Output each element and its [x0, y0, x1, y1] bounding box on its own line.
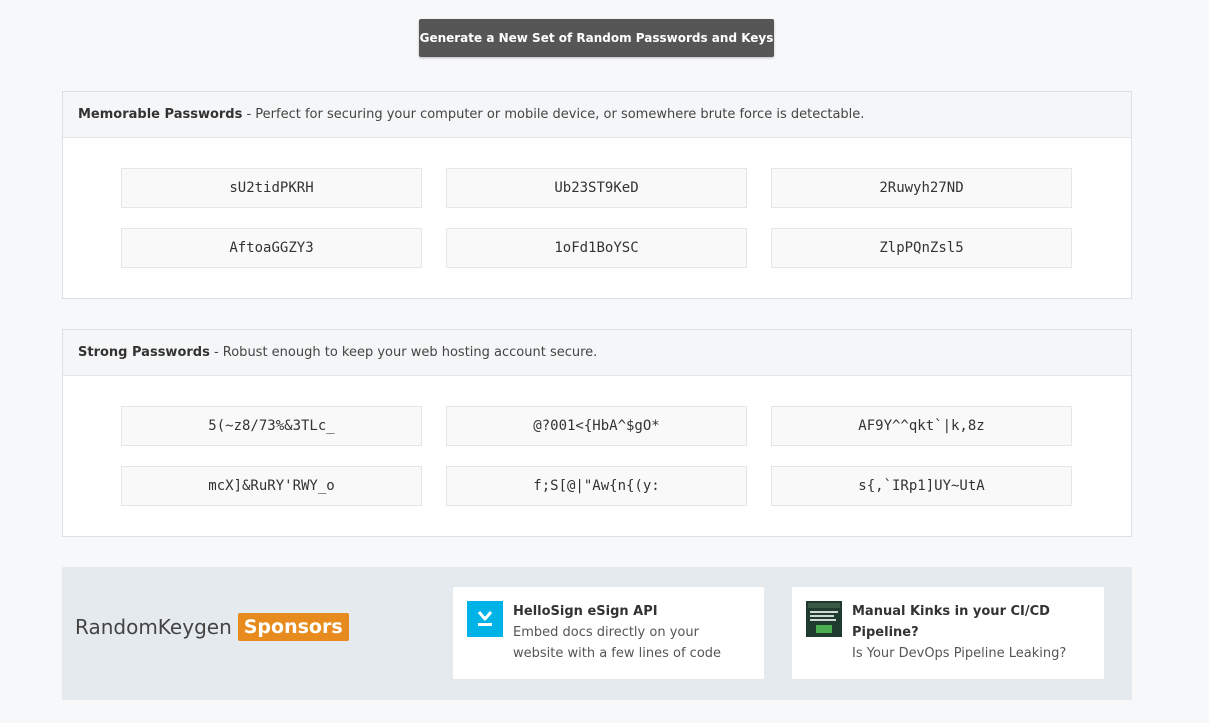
memorable-passwords-panel: Memorable Passwords - Perfect for securi… [62, 91, 1132, 299]
memorable-passwords-description: - Perfect for securing your computer or … [242, 107, 865, 122]
password-field[interactable]: @?001<{HbA^$gO* [446, 406, 747, 446]
memorable-passwords-title: Memorable Passwords [78, 107, 243, 122]
ebook-cover-icon [806, 601, 842, 637]
password-field[interactable]: sU2tidPKRH [121, 168, 422, 208]
password-field[interactable]: 2Ruwyh27ND [771, 168, 1072, 208]
generate-passwords-button[interactable]: Generate a New Set of Random Passwords a… [419, 19, 774, 57]
password-field[interactable]: ZlpPQnZsl5 [771, 228, 1072, 268]
ad-title: HelloSign eSign API [513, 604, 658, 619]
ad-text: HelloSign eSign API Embed docs directly … [513, 601, 721, 669]
sponsors-badge: Sponsors [237, 613, 349, 641]
password-field[interactable]: Ub23ST9KeD [446, 168, 747, 208]
ad-description: Embed docs directly on your [513, 625, 699, 640]
ad-title: Manual Kinks in your CI/CD [852, 604, 1050, 619]
strong-passwords-header: Strong Passwords - Robust enough to keep… [63, 330, 1131, 376]
sponsor-ad-hellosign[interactable]: HelloSign eSign API Embed docs directly … [453, 587, 764, 679]
strong-passwords-description: - Robust enough to keep your web hosting… [209, 345, 598, 360]
memorable-passwords-header: Memorable Passwords - Perfect for securi… [63, 92, 1131, 138]
ad-title-continued: Pipeline? [852, 625, 919, 640]
password-field[interactable]: AftoaGGZY3 [121, 228, 422, 268]
sponsor-ad-devops[interactable]: Manual Kinks in your CI/CD Pipeline? Is … [792, 587, 1104, 679]
sponsors-brand: RandomKeygen Sponsors [75, 613, 349, 641]
password-field[interactable]: f;S[@|"Aw{n{(y: [446, 466, 747, 506]
strong-passwords-panel: Strong Passwords - Robust enough to keep… [62, 329, 1132, 537]
hellosign-logo-icon [467, 601, 503, 637]
password-field[interactable]: AF9Y^^qkt`|k,8z [771, 406, 1072, 446]
strong-passwords-title: Strong Passwords [78, 345, 210, 360]
ad-description: Is Your DevOps Pipeline Leaking? [852, 646, 1067, 661]
password-field[interactable]: 5(~z8/73%&3TLc_ [121, 406, 422, 446]
sponsors-section: RandomKeygen Sponsors HelloSign eSign AP… [62, 567, 1132, 700]
ad-description: website with a few lines of code [513, 646, 722, 661]
brand-name: RandomKeygen [75, 615, 232, 639]
password-field[interactable]: mcX]&RuRY'RWY_o [121, 466, 422, 506]
password-field[interactable]: 1oFd1BoYSC [446, 228, 747, 268]
password-field[interactable]: s{,`IRp1]UY~UtA [771, 466, 1072, 506]
ad-text: Manual Kinks in your CI/CD Pipeline? Is … [852, 601, 1066, 669]
